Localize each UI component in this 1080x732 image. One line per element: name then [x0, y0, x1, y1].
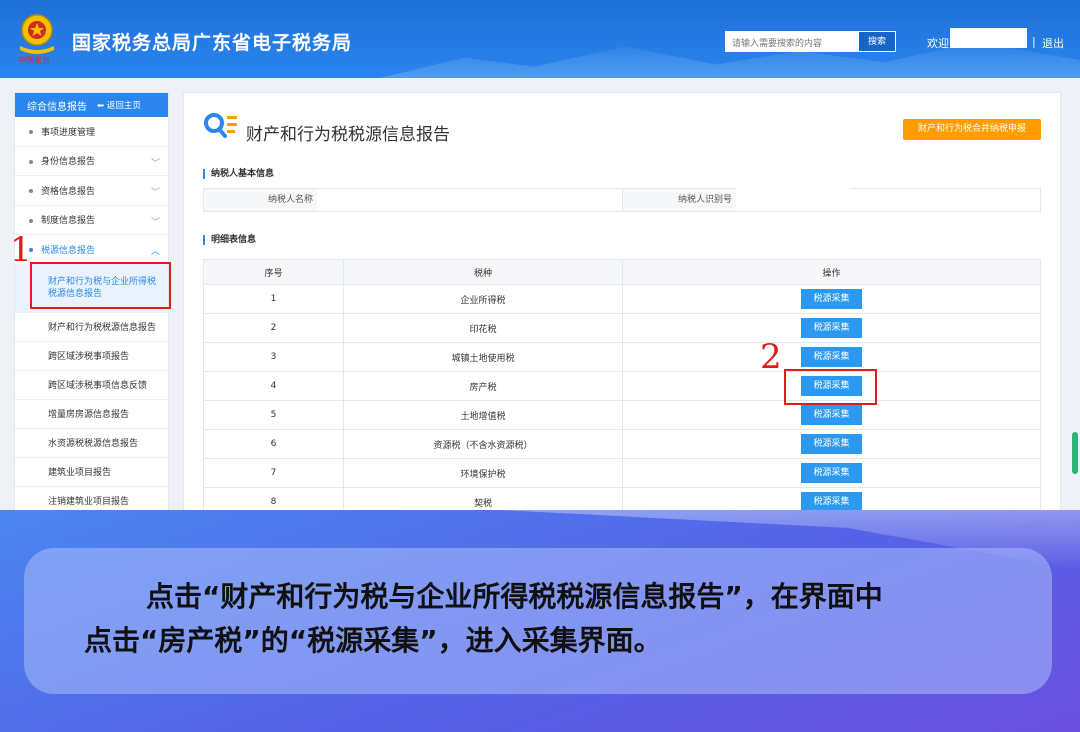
step-marker-1: 1 — [10, 230, 32, 270]
sidebar-subitem-cross-region[interactable]: 跨区域涉税事项报告 — [15, 342, 168, 371]
col-header-op: 操作 — [622, 259, 1041, 285]
bullet-icon — [29, 189, 33, 193]
detail-heading: 明细表信息 — [203, 235, 256, 245]
svg-text:中国税务: 中国税务 — [18, 55, 50, 64]
welcome-text: 欢迎 — [927, 37, 949, 50]
caption-line-1: 点击“财产和行为税与企业所得税税源信息报告”，在界面中 — [146, 580, 883, 613]
table-header-row: 序号 税种 操作 — [203, 259, 1041, 285]
sidebar-subitem-cross-region-feedback[interactable]: 跨区域涉税事项信息反馈 — [15, 371, 168, 400]
row-tax: 房产税 — [343, 371, 623, 401]
collect-button[interactable]: 税源采集 — [801, 347, 862, 367]
back-arrow-icon: ⬅ — [97, 101, 105, 111]
site-title: 国家税务总局广东省电子税务局 — [72, 32, 353, 54]
site-header: 中国税务 国家税务总局广东省电子税务局 请输入需要搜索的内容 搜索 欢迎 | 退… — [0, 0, 1080, 78]
redacted-taxpayer-id — [736, 188, 851, 208]
row-no: 6 — [203, 429, 344, 459]
row-op-cell: 税源采集 — [622, 429, 1041, 459]
logout-link[interactable]: 退出 — [1042, 35, 1064, 51]
sidebar-header: 综合信息报告 ⬅ 返回主页 — [15, 93, 168, 117]
col-header-tax: 税种 — [343, 259, 623, 285]
row-tax: 城镇土地使用税 — [343, 342, 623, 372]
scrollbar-thumb[interactable] — [1072, 432, 1078, 474]
basic-info-heading: 纳税人基本信息 — [203, 169, 274, 179]
main-panel: 财产和行为税税源信息报告 财产和行为税合并纳税申报 纳税人基本信息 纳税人名称 … — [183, 92, 1061, 517]
taxpayer-name-label: 纳税人名称 — [204, 189, 317, 211]
back-home-label: 返回主页 — [106, 101, 141, 111]
collect-button[interactable]: 税源采集 — [801, 463, 862, 483]
chevron-down-icon: ﹀ — [150, 188, 160, 198]
sidebar-item-qualification[interactable]: 资格信息报告 ﹀ — [15, 176, 168, 206]
sidebar-item-tax-source[interactable]: 税源信息报告 ︿ — [15, 235, 168, 265]
col-header-no: 序号 — [203, 259, 344, 285]
step-marker-2: 2 — [760, 337, 782, 377]
row-no: 7 — [203, 458, 344, 488]
header-separator: | — [1032, 35, 1036, 48]
redacted-taxpayer-name — [504, 190, 617, 208]
row-no: 4 — [203, 371, 344, 401]
row-tax: 企业所得税 — [343, 284, 623, 314]
sidebar-item-identity[interactable]: 身份信息报告 ﹀ — [15, 147, 168, 176]
page-title: 财产和行为税税源信息报告 — [246, 125, 450, 145]
table-row: 7 环境保护税 税源采集 — [203, 458, 1041, 488]
collect-button[interactable]: 税源采集 — [801, 405, 862, 425]
collect-button[interactable]: 税源采集 — [801, 318, 862, 338]
collect-button[interactable]: 税源采集 — [801, 434, 862, 454]
chevron-down-icon: ﹀ — [150, 158, 160, 169]
row-no: 5 — [203, 400, 344, 430]
combined-declaration-button[interactable]: 财产和行为税合并纳税申报 — [903, 119, 1041, 140]
table-row: 4 房产税 税源采集 — [203, 371, 1041, 401]
collect-button[interactable]: 税源采集 — [801, 492, 862, 512]
collect-button[interactable]: 税源采集 — [801, 289, 862, 309]
row-tax: 土地增值税 — [343, 400, 623, 430]
sidebar-title: 综合信息报告 — [27, 101, 87, 113]
taxpayer-info-row: 纳税人名称 纳税人识别号 — [203, 188, 1041, 212]
sidebar-subitem-water[interactable]: 水资源税税源信息报告 — [15, 429, 168, 458]
sidebar-item-progress[interactable]: 事项进度管理 — [15, 117, 168, 147]
chevron-down-icon: ﹀ — [150, 217, 160, 228]
highlight-box-1 — [30, 262, 171, 309]
sidebar-item-system[interactable]: 制度信息报告 ﹀ — [15, 206, 168, 235]
row-op-cell: 税源采集 — [622, 284, 1041, 314]
table-row: 2 印花税 税源采集 — [203, 313, 1041, 343]
caption-line-2: 点击“房产税”的“税源采集”，进入采集界面。 — [84, 624, 662, 657]
redacted-username — [950, 28, 1027, 48]
caption-banner: 点击“财产和行为税与企业所得税税源信息报告”，在界面中 点击“房产税”的“税源采… — [0, 510, 1080, 732]
sidebar-item-label: 事项进度管理 — [41, 127, 96, 138]
sidebar-subitem-construction[interactable]: 建筑业项目报告 — [15, 458, 168, 487]
highlight-box-2 — [784, 369, 877, 405]
table-row: 1 企业所得税 税源采集 — [203, 284, 1041, 314]
search-document-icon — [204, 113, 237, 138]
search-button[interactable]: 搜索 — [858, 31, 896, 52]
row-op-cell: 税源采集 — [622, 458, 1041, 488]
row-tax: 资源税（不含水资源税） — [343, 429, 623, 459]
detail-table: 序号 税种 操作 1 企业所得税 税源采集 2 印花税 税源采集 3 城镇土地使… — [203, 259, 1041, 517]
taxpayer-id-label: 纳税人识别号 — [623, 189, 736, 211]
search-input[interactable]: 请输入需要搜索的内容 — [725, 31, 858, 52]
table-row: 5 土地增值税 税源采集 — [203, 400, 1041, 430]
table-row: 3 城镇土地使用税 税源采集 — [203, 342, 1041, 372]
row-op-cell: 税源采集 — [622, 313, 1041, 343]
chevron-up-icon: ︿ — [150, 247, 160, 257]
sidebar-subitem-housing[interactable]: 增量房房源信息报告 — [15, 400, 168, 429]
bullet-icon — [29, 130, 33, 134]
bullet-icon — [29, 159, 33, 164]
sidebar-item-label: 身份信息报告 — [41, 157, 96, 168]
sidebar-item-label: 税源信息报告 — [41, 245, 96, 256]
bullet-icon — [29, 218, 33, 223]
tax-emblem-icon: 中国税务 — [18, 14, 54, 64]
caption-text: 点击“财产和行为税与企业所得税税源信息报告”，在界面中 点击“房产税”的“税源采… — [84, 575, 1044, 663]
row-op-cell: 税源采集 — [622, 342, 1041, 372]
sidebar-item-label: 资格信息报告 — [41, 186, 96, 197]
row-no: 1 — [203, 284, 344, 314]
row-no: 2 — [203, 313, 344, 343]
row-tax: 印花税 — [343, 313, 623, 343]
table-row: 6 资源税（不含水资源税） 税源采集 — [203, 429, 1041, 459]
sidebar-subitem-property-report[interactable]: 财产和行为税税源信息报告 — [15, 313, 168, 342]
row-no: 3 — [203, 342, 344, 372]
caption-card: 点击“财产和行为税与企业所得税税源信息报告”，在界面中 点击“房产税”的“税源采… — [24, 548, 1052, 694]
row-tax: 环境保护税 — [343, 458, 623, 488]
back-home-link[interactable]: ⬅ 返回主页 — [97, 99, 141, 111]
sidebar-item-label: 制度信息报告 — [41, 216, 96, 227]
